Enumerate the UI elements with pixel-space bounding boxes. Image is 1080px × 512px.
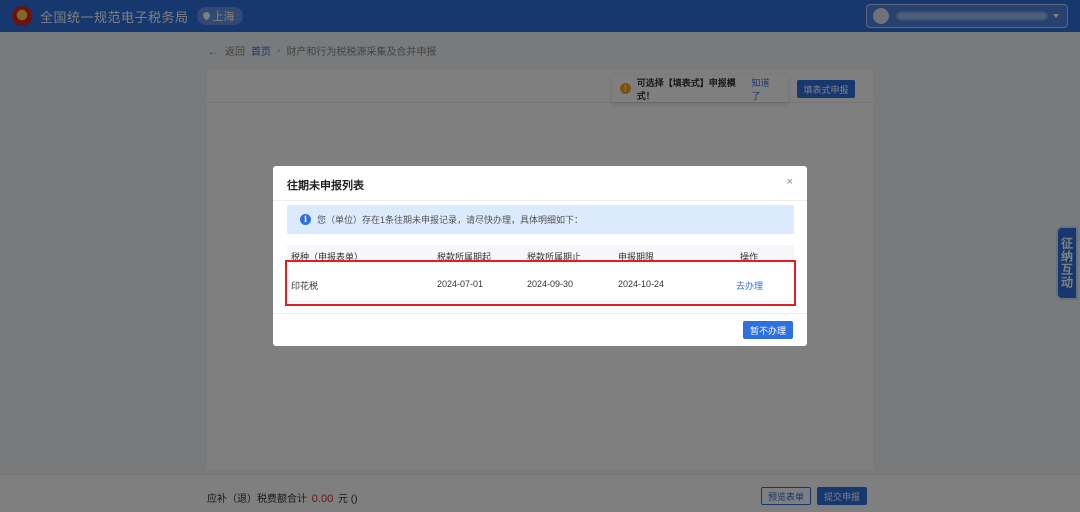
cell-period-start: 2024-07-01: [437, 279, 484, 289]
dialog-footer-divider: [273, 313, 807, 314]
table-row: 印花税 2024-07-01 2024-09-30 2024-10-24 去办理: [287, 266, 794, 302]
table-header: 税种（申报表单） 税款所属期起 税款所属期止 申报期限 操作: [287, 245, 794, 264]
dialog-title: 往期未申报列表: [287, 180, 364, 192]
cell-tax-type: 印花税: [291, 281, 319, 291]
handle-now-link[interactable]: 去办理: [736, 279, 763, 292]
info-icon: i: [300, 214, 311, 225]
close-icon[interactable]: ×: [787, 176, 793, 188]
dialog-header-divider: [273, 200, 807, 201]
info-text: 您（单位）存在1条往期未申报记录，请尽快办理，具体明细如下：: [317, 215, 584, 225]
cell-period-end: 2024-09-30: [527, 279, 574, 289]
column-header-period-end: 税款所属期止: [527, 252, 582, 262]
cell-deadline: 2024-10-24: [618, 279, 665, 289]
column-header-period-start: 税款所属期起: [437, 252, 492, 262]
skip-for-now-button[interactable]: 暂不办理: [743, 321, 793, 339]
info-alert: i 您（单位）存在1条往期未申报记录，请尽快办理，具体明细如下：: [287, 205, 794, 234]
column-header-tax-type: 税种（申报表单）: [291, 252, 364, 262]
column-header-action: 操作: [740, 252, 759, 262]
column-header-deadline: 申报期限: [618, 252, 655, 262]
unfiled-list-dialog: 往期未申报列表 × i 您（单位）存在1条往期未申报记录，请尽快办理，具体明细如…: [273, 166, 807, 346]
